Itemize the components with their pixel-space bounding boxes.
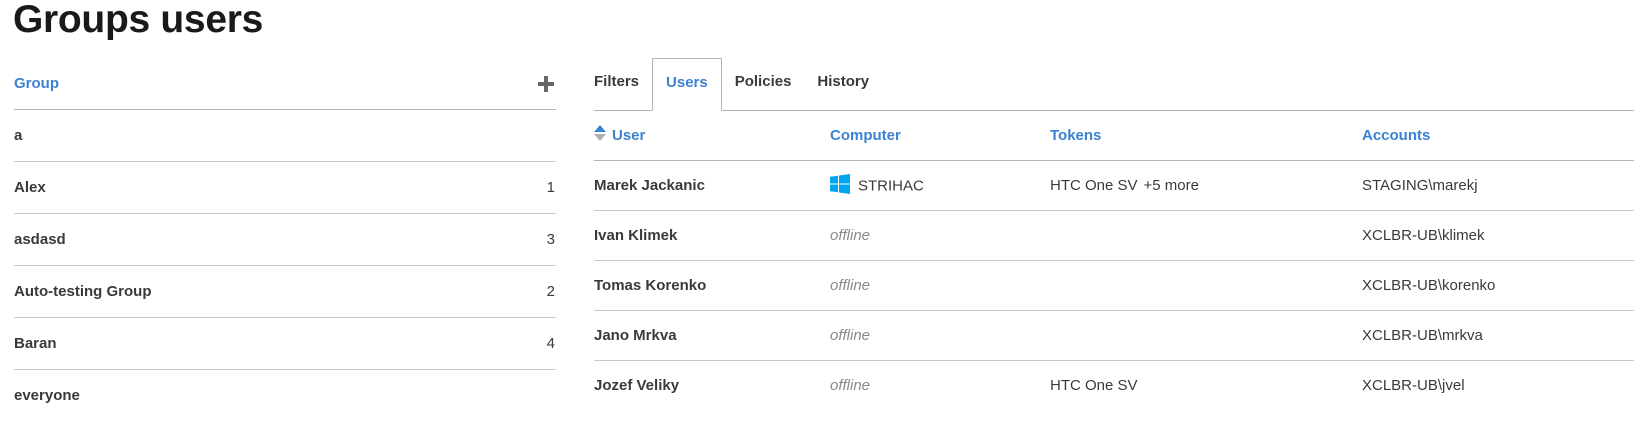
group-list-panel: Group a Alex 1 asdasd 3 Auto-testing Gro…	[14, 60, 556, 421]
group-name: Auto-testing Group	[14, 283, 152, 300]
account-cell: XCLBR-UB\mrkva	[1362, 310, 1634, 361]
tokens-column-header[interactable]: Tokens	[1050, 111, 1362, 161]
group-name: asdasd	[14, 231, 66, 248]
tokens-cell	[1050, 260, 1362, 311]
tokens-cell: HTC One SV +5 more	[1050, 160, 1362, 211]
tab-users[interactable]: Users	[652, 58, 722, 111]
computer-cell: STRIHAC	[830, 160, 1050, 211]
group-name: a	[14, 127, 23, 144]
computer-status: offline	[830, 377, 871, 394]
account-cell: XCLBR-UB\klimek	[1362, 210, 1634, 261]
group-count: 3	[546, 231, 555, 248]
more-tokens-link[interactable]: +5 more	[1144, 177, 1199, 194]
group-item[interactable]: a	[14, 110, 556, 162]
table-row[interactable]: Jano Mrkva offline XCLBR-UB\mrkva	[594, 310, 1634, 361]
group-item[interactable]: Baran 4	[14, 318, 556, 370]
user-name: Ivan Klimek	[594, 210, 830, 261]
tab-policies[interactable]: Policies	[722, 58, 805, 110]
tab-bar: Filters Users Policies History	[594, 58, 1634, 111]
group-count: 2	[546, 283, 555, 300]
group-list-header: Group	[14, 60, 556, 110]
table-row[interactable]: Tomas Korenko offline XCLBR-UB\korenko	[594, 260, 1634, 311]
page-title: Groups users	[13, 0, 263, 41]
tab-history[interactable]: History	[804, 58, 882, 110]
user-name: Jano Mrkva	[594, 310, 830, 361]
computer-column-header[interactable]: Computer	[830, 111, 1050, 161]
tokens-cell: HTC One SV	[1050, 377, 1138, 394]
tab-filters[interactable]: Filters	[594, 58, 652, 110]
computer-status: offline	[830, 310, 1050, 361]
accounts-column-header[interactable]: Accounts	[1362, 111, 1634, 161]
windows-icon	[830, 173, 850, 194]
account-cell: XCLBR-UB\korenko	[1362, 260, 1634, 311]
user-name: Tomas Korenko	[594, 260, 830, 311]
user-name: Marek Jackanic	[594, 160, 830, 211]
group-name: Baran	[14, 335, 57, 352]
user-name: Jozef Veliky	[594, 377, 680, 394]
group-name: everyone	[14, 387, 80, 404]
user-column-label: User	[612, 126, 646, 144]
account-cell: STAGING\marekj	[1362, 160, 1634, 211]
users-table: User Computer Tokens Accounts Marek Jack…	[594, 111, 1634, 410]
sort-arrows-icon[interactable]	[594, 125, 606, 142]
account-cell: XCLBR-UB\jvel	[1362, 377, 1465, 394]
group-item[interactable]: Alex 1	[14, 162, 556, 214]
group-column-header[interactable]: Group	[14, 75, 59, 92]
token-name: HTC One SV	[1050, 177, 1138, 194]
table-row[interactable]: Marek Jackanic STRIHAC HTC One SV +5 more…	[594, 160, 1634, 211]
plus-icon[interactable]	[537, 75, 555, 93]
group-count: 1	[546, 179, 555, 196]
computer-status: offline	[830, 260, 1050, 311]
user-column-header[interactable]: User	[594, 111, 830, 161]
tokens-cell	[1050, 310, 1362, 361]
table-row[interactable]: Ivan Klimek offline XCLBR-UB\klimek	[594, 210, 1634, 261]
group-item[interactable]: asdasd 3	[14, 214, 556, 266]
tokens-cell	[1050, 210, 1362, 261]
group-count: 4	[546, 335, 555, 352]
users-panel: Filters Users Policies History User Comp…	[594, 58, 1634, 410]
computer-status: offline	[830, 210, 1050, 261]
group-item[interactable]: Auto-testing Group 2	[14, 266, 556, 318]
group-name: Alex	[14, 179, 46, 196]
computer-name: STRIHAC	[858, 177, 924, 194]
table-header-row: User Computer Tokens Accounts	[594, 111, 1634, 161]
table-row[interactable]: Jozef Veliky offline HTC One SV XCLBR-UB…	[594, 361, 1634, 411]
group-item[interactable]: everyone	[14, 370, 556, 421]
